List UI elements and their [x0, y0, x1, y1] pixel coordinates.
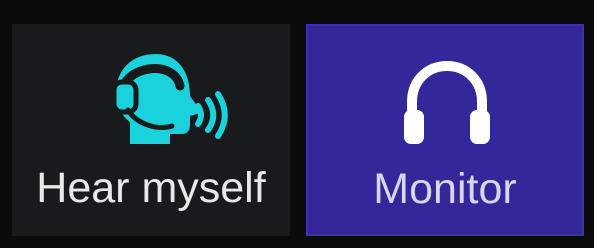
- hear-myself-label: Hear myself: [36, 164, 266, 212]
- monitor-label: Monitor: [373, 165, 517, 213]
- monitor-button[interactable]: Monitor: [306, 24, 584, 236]
- speaking-head-headset-icon: [111, 54, 228, 144]
- headphones-icon: [404, 60, 490, 144]
- hear-myself-button[interactable]: Hear myself: [12, 24, 290, 236]
- audio-mode-panel: Hear myself Monitor: [0, 0, 594, 248]
